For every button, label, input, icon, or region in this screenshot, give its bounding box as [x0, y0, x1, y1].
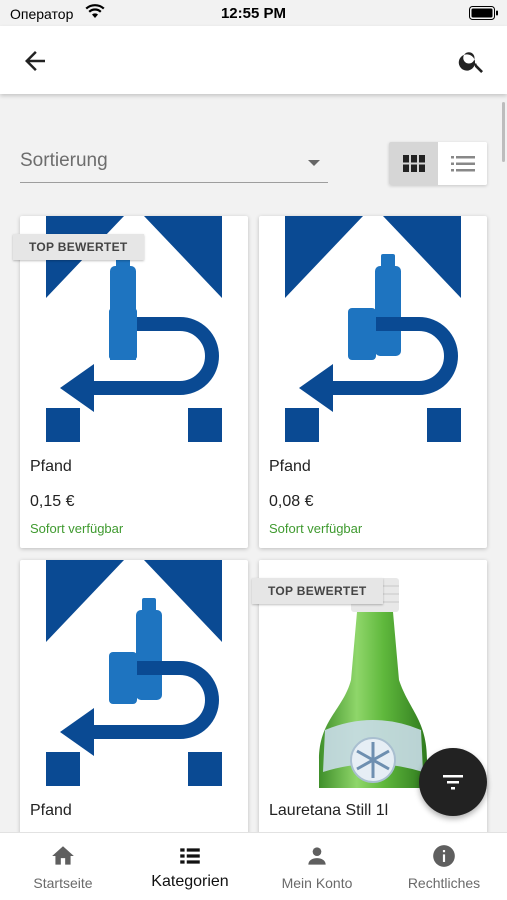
bottom-navigation: Startseite Kategorien Mein Konto Rechtli… — [0, 832, 507, 900]
product-card[interactable]: Pfand 0,08 € Sofort verfügbar — [259, 216, 487, 548]
pfand-logo-image — [285, 216, 461, 442]
product-price: 0,08 € — [269, 493, 314, 510]
app-header — [0, 26, 507, 94]
search-icon — [458, 52, 483, 73]
product-card[interactable]: Pfand — [20, 560, 248, 832]
product-name: Pfand — [30, 802, 72, 819]
search-button[interactable] — [457, 46, 487, 76]
battery-icon — [469, 6, 499, 20]
nav-item-startseite[interactable]: Startseite — [0, 833, 126, 900]
status-time: 12:55 PM — [220, 5, 287, 22]
list-icon — [180, 848, 200, 864]
product-price: 0,15 € — [30, 493, 75, 510]
product-name: Lauretana Still 1l — [269, 802, 389, 819]
product-card[interactable]: Pfand 0,15 € Sofort verfügbar — [20, 216, 248, 548]
nav-item-kategorien[interactable]: Kategorien — [127, 833, 253, 900]
product-availability: Sofort verfügbar — [30, 521, 124, 536]
list-view-button[interactable] — [438, 142, 487, 185]
grid-view-icon — [403, 155, 425, 172]
grid-view-button[interactable] — [389, 142, 438, 185]
sort-dropdown[interactable]: Sortierung — [20, 140, 328, 183]
view-toggle — [389, 142, 487, 185]
info-icon — [433, 845, 455, 867]
product-name: Pfand — [269, 458, 311, 475]
arrow-left-icon — [25, 51, 45, 71]
nav-label: Startseite — [33, 875, 93, 891]
back-button[interactable] — [20, 46, 50, 76]
top-rated-badge: TOP BEWERTET — [13, 234, 144, 260]
top-rated-badge: TOP BEWERTET — [252, 578, 383, 604]
sort-label: Sortierung — [20, 150, 108, 171]
scrollbar[interactable] — [502, 102, 505, 162]
filter-icon — [443, 775, 463, 790]
pfand-logo-image — [46, 560, 222, 786]
status-bar: Оператор 12:55 PM — [0, 0, 507, 26]
caret-down-icon — [308, 160, 320, 166]
list-view-icon — [451, 156, 475, 172]
nav-label: Rechtliches — [407, 875, 481, 891]
product-list-page: Sortierung Pfand 0,15 € Sofort verfügbar… — [0, 94, 507, 832]
person-icon — [308, 847, 326, 865]
home-icon — [52, 846, 74, 865]
nav-label: Kategorien — [151, 873, 229, 890]
filter-button[interactable] — [419, 748, 487, 816]
product-name: Pfand — [30, 458, 72, 475]
nav-item-mein-konto[interactable]: Mein Konto — [254, 833, 380, 900]
nav-item-rechtliches[interactable]: Rechtliches — [381, 833, 507, 900]
product-availability: Sofort verfügbar — [269, 521, 363, 536]
nav-label: Mein Konto — [281, 875, 353, 891]
